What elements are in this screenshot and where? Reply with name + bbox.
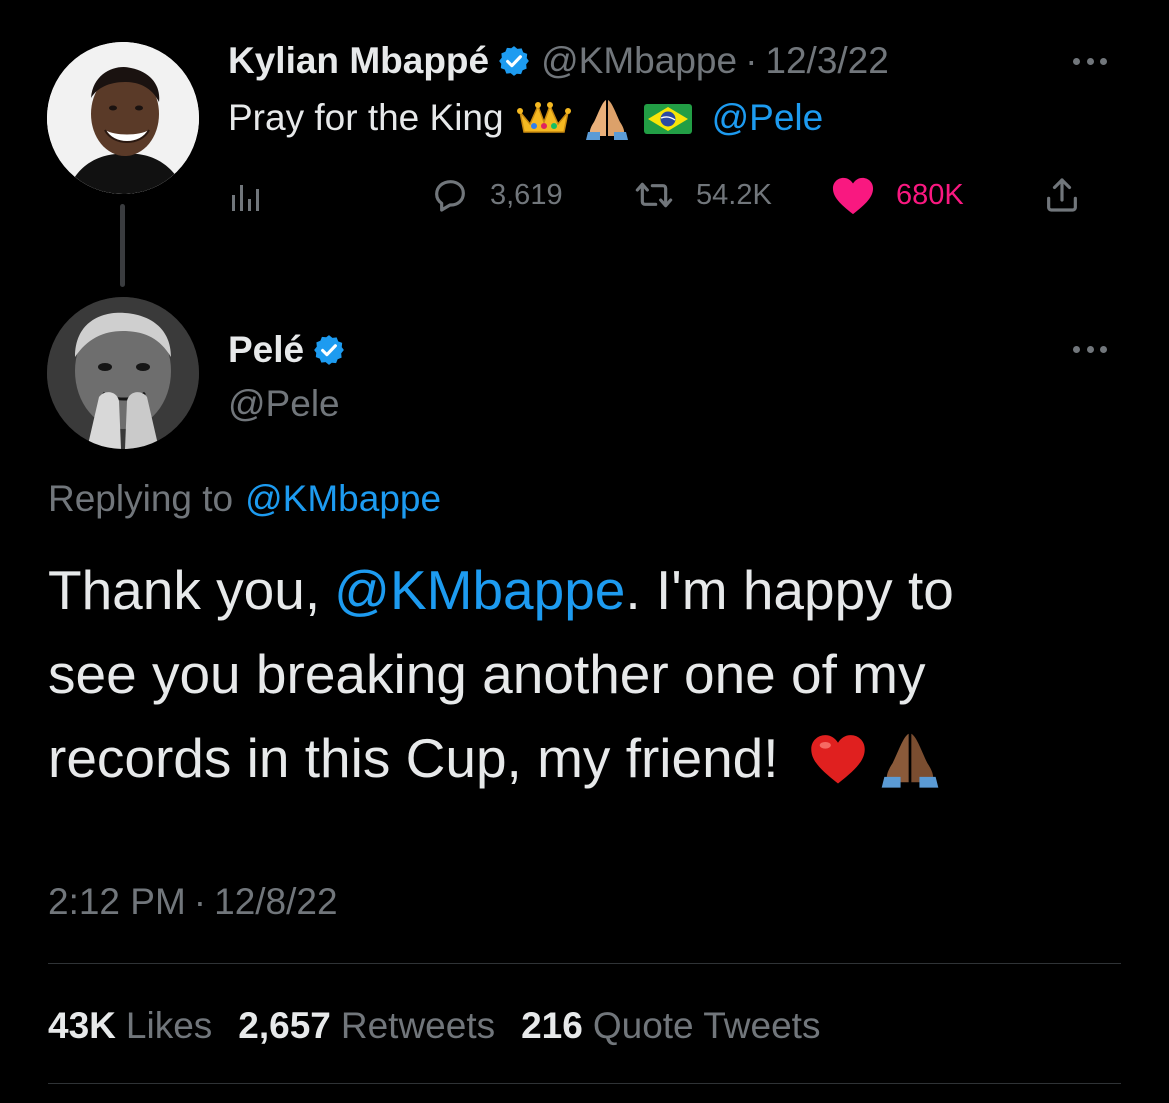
likes-label: Likes (125, 1005, 213, 1046)
main-tweet-author-row: Pelé (228, 325, 356, 375)
replying-to: Replying to @KMbappe (48, 474, 441, 524)
author-handle[interactable]: @KMbappe (541, 40, 737, 82)
quote-tweets-count: 216 (521, 1005, 583, 1046)
retweets-count: 2,657 (238, 1005, 331, 1046)
retweet-count: 54.2K (696, 178, 772, 211)
brazil-flag-emoji (642, 100, 694, 136)
reply-count: 3,619 (490, 178, 563, 211)
reply-button[interactable]: 3,619 (430, 170, 563, 220)
mention-link[interactable]: @KMbappe (334, 548, 625, 632)
likes-stat[interactable]: 43K Likes (48, 1005, 212, 1047)
author-name[interactable]: Kylian Mbappé (228, 40, 489, 82)
replying-to-label: Replying to (48, 478, 234, 519)
date-separator: · (745, 40, 758, 81)
tweet-stats: 43K Likes 2,657 Retweets 216 Quote Tweet… (48, 998, 846, 1054)
parent-tweet-header: Kylian Mbappé @KMbappe · 12/3/22 (228, 36, 889, 86)
retweets-label: Retweets (340, 1005, 496, 1046)
tweet-body-line: records in this Cup, my friend! (48, 716, 1128, 800)
folded-hands-emoji (584, 96, 630, 140)
analytics-icon (232, 185, 259, 211)
share-icon (1047, 178, 1077, 212)
red-heart-emoji (807, 730, 869, 786)
verified-badge-icon (312, 333, 346, 367)
divider (48, 963, 1121, 964)
tweet-body-line: Thank you, @KMbappe . I'm happy to (48, 548, 1128, 632)
avatar-kmbappe[interactable] (47, 42, 199, 194)
parent-tweet-text: Pray for the King @Pele (228, 92, 823, 144)
avatar-pele[interactable] (47, 297, 199, 449)
retweet-icon (635, 182, 673, 208)
tweet-text: Pray for the King (228, 97, 504, 138)
tweet-text: records in this Cup, my friend! (48, 727, 779, 789)
heart-icon (832, 177, 874, 215)
verified-badge-icon (497, 44, 531, 78)
author-handle[interactable]: @Pele (228, 380, 340, 428)
like-button[interactable]: 680K (830, 170, 964, 220)
like-count: 680K (896, 178, 964, 211)
author-name[interactable]: Pelé (228, 329, 304, 371)
thread-connector-line (120, 204, 125, 287)
tweet-body-line: see you breaking another one of my (48, 632, 1128, 716)
retweets-stat[interactable]: 2,657 Retweets (238, 1005, 495, 1047)
parent-tweet-actions: 3,619 54.2K 680K (228, 170, 1099, 220)
divider (48, 1083, 1121, 1084)
more-options-icon[interactable] (1073, 344, 1107, 354)
tweet-time: 2:12 PM (48, 881, 186, 922)
quote-tweets-label: Quote Tweets (592, 1005, 821, 1046)
quote-tweets-stat[interactable]: 216 Quote Tweets (521, 1005, 820, 1047)
date-separator: · (193, 881, 207, 922)
likes-count: 43K (48, 1005, 116, 1046)
folded-hands-emoji (879, 727, 941, 789)
replying-to-mention[interactable]: @KMbappe (245, 478, 441, 520)
mention-link[interactable]: @Pele (712, 97, 824, 139)
analytics-button[interactable] (228, 170, 264, 220)
retweet-button[interactable]: 54.2K (632, 170, 772, 220)
tweet-date[interactable]: 12/3/22 (765, 40, 888, 82)
tweet-text: see you breaking another one of my (48, 643, 926, 705)
tweet-text: Thank you, (48, 559, 321, 621)
more-options-icon[interactable] (1073, 56, 1107, 66)
tweet-date: 12/8/22 (214, 881, 338, 922)
share-button[interactable] (1042, 170, 1082, 220)
reply-icon (435, 180, 465, 212)
crown-emoji (516, 98, 572, 138)
tweet-thread-view: Kylian Mbappé @KMbappe · 12/3/22 Pray fo… (0, 0, 1169, 1103)
tweet-timestamp[interactable]: 2:12 PM · 12/8/22 (48, 875, 338, 929)
tweet-body: Thank you, @KMbappe . I'm happy to see y… (48, 548, 1128, 800)
tweet-text: . I'm happy to (625, 559, 954, 621)
